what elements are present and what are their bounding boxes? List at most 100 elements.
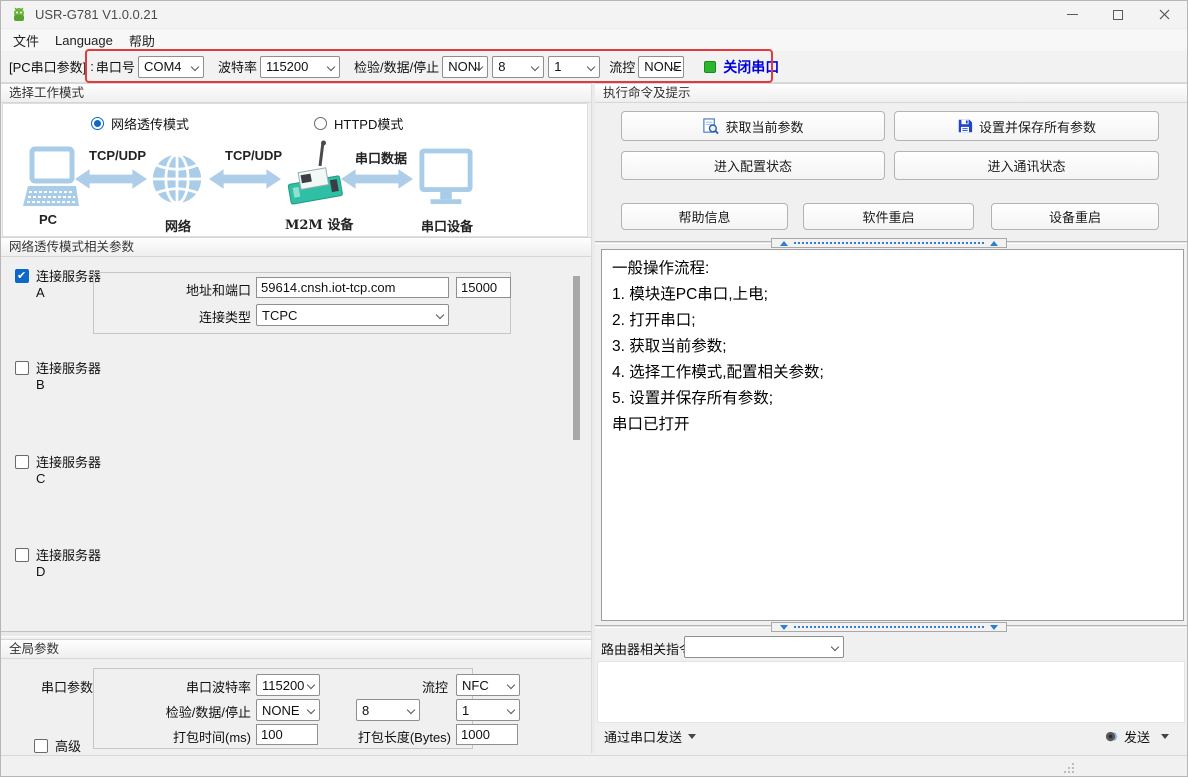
server-port-input[interactable] [456, 277, 511, 298]
close-serial-button[interactable]: 关闭串口 [723, 57, 779, 77]
send-button[interactable]: 发送 [1104, 727, 1169, 746]
resize-grip-icon[interactable] [1063, 762, 1075, 774]
minimize-button[interactable] [1049, 1, 1095, 28]
diagram-serial-device-label: 串口设备 [421, 216, 473, 235]
radio-icon [91, 117, 104, 130]
log-line: 1. 模块连PC串口,上电; [612, 282, 1173, 308]
save-params-button[interactable]: 设置并保存所有参数 [894, 111, 1159, 141]
app-window: USR-G781 V1.0.0.21 文件 Language 帮助 [PC串口参… [0, 0, 1188, 777]
serial-open-status-icon [704, 61, 716, 73]
server-d-checkbox[interactable]: 连接服务器D [15, 548, 101, 580]
radio-transparent-mode[interactable]: 网络透传模式 [91, 114, 189, 133]
conn-type-select[interactable]: TCPC [256, 304, 449, 326]
radio-httpd-mode[interactable]: HTTPD模式 [314, 114, 403, 133]
pack-length-label: 打包长度(Bytes) [331, 727, 451, 746]
chevron-down-icon [831, 643, 839, 651]
diagram-pc-label: PC [39, 212, 57, 227]
save-floppy-icon [957, 118, 973, 134]
flow-control-label: 流控 [609, 57, 635, 76]
com-port-label: 串口号 [96, 57, 135, 76]
parity-select[interactable]: NONI [442, 56, 488, 78]
pack-time-label: 打包时间(ms) [121, 727, 251, 746]
monitor-icon [419, 146, 473, 215]
app-icon [11, 7, 27, 23]
checkbox-icon [34, 739, 48, 753]
left-splitter[interactable] [1, 631, 591, 637]
device-restart-button[interactable]: 设备重启 [991, 203, 1159, 230]
double-arrow-icon [209, 168, 281, 195]
server-b-checkbox[interactable]: 连接服务器B [15, 361, 101, 393]
operation-log-textarea[interactable]: 一般操作流程: 1. 模块连PC串口,上电; 2. 打开串口; 3. 获取当前参… [601, 249, 1184, 621]
send-row: 通过串口发送 发送 [595, 723, 1188, 749]
window-controls [1049, 1, 1187, 28]
log-line: 4. 选择工作模式,配置相关参数; [612, 360, 1173, 386]
diagram-m2m-label: M2M 设备 [285, 214, 353, 233]
splitter-handle[interactable] [771, 622, 1007, 632]
com-port-select[interactable]: COM4 [138, 56, 204, 78]
menu-help[interactable]: 帮助 [121, 29, 163, 52]
chevron-down-icon [191, 62, 199, 70]
caret-down-icon [688, 734, 696, 739]
send-input-area[interactable] [597, 661, 1185, 723]
diagram-network-label: 网络 [165, 216, 191, 235]
pack-length-input[interactable] [456, 724, 518, 745]
chevron-down-icon [531, 62, 539, 70]
menu-language[interactable]: Language [47, 31, 121, 50]
chevron-down-icon [436, 311, 444, 319]
server-address-input[interactable] [256, 277, 449, 298]
software-restart-button[interactable]: 软件重启 [803, 203, 974, 230]
menu-file[interactable]: 文件 [5, 29, 47, 52]
router-command-label: 路由器相关指令 [601, 639, 683, 658]
global-params-header: 全局参数 [1, 639, 591, 659]
chevron-down-icon [507, 706, 515, 714]
left-scrollbar-thumb[interactable] [573, 276, 580, 440]
parity-data-stop-label: 检验/数据/停止 [354, 57, 439, 76]
advanced-checkbox[interactable]: 高级 [34, 739, 81, 755]
get-params-button[interactable]: 获取当前参数 [621, 111, 885, 141]
left-panel: 选择工作模式 网络透传模式 HTTPD模式 [1, 83, 591, 755]
collapse-up-icon [780, 241, 788, 246]
chevron-down-icon [307, 681, 315, 689]
send-via-serial-dropdown[interactable]: 通过串口发送 [604, 727, 696, 746]
global-databits-select[interactable]: 8 [356, 699, 420, 721]
server-c-checkbox[interactable]: 连接服务器C [15, 455, 101, 487]
speaker-icon [1104, 729, 1119, 744]
enter-comm-button[interactable]: 进入通讯状态 [894, 151, 1159, 180]
log-splitter-top[interactable] [595, 237, 1188, 249]
chevron-down-icon [327, 62, 335, 70]
stopbits-select[interactable]: 1 [548, 56, 600, 78]
address-port-label: 地址和端口 [121, 280, 251, 299]
help-info-button[interactable]: 帮助信息 [621, 203, 788, 230]
router-command-select[interactable] [684, 636, 844, 658]
close-button[interactable] [1141, 1, 1187, 28]
flow-select[interactable]: NONE [638, 56, 684, 78]
global-parity-data-stop-label: 检验/数据/停止 [121, 702, 251, 721]
work-mode-box: 网络透传模式 HTTPD模式 PC TCP/UDP [2, 103, 588, 237]
log-splitter-bottom[interactable] [595, 621, 1188, 633]
commands-header: 执行命令及提示 [595, 83, 1188, 103]
chevron-down-icon [587, 62, 595, 70]
global-flow-label: 流控 [391, 677, 448, 696]
splitter-handle[interactable] [771, 238, 1007, 248]
global-parity-select[interactable]: NONE [256, 699, 320, 721]
close-icon [1159, 9, 1170, 20]
enter-config-button[interactable]: 进入配置状态 [621, 151, 885, 180]
global-baud-select[interactable]: 115200 [256, 674, 320, 696]
server-a-checkbox[interactable]: 连接服务器A [15, 269, 101, 301]
radio-icon [314, 117, 327, 130]
databits-select[interactable]: 8 [492, 56, 544, 78]
collapse-down-icon [780, 625, 788, 630]
checkbox-icon [15, 455, 29, 469]
log-line: 3. 获取当前参数; [612, 334, 1173, 360]
pack-time-input[interactable] [256, 724, 318, 745]
double-arrow-icon [341, 168, 413, 195]
double-arrow-icon [75, 168, 147, 195]
maximize-button[interactable] [1095, 1, 1141, 28]
serial-toolbar: [PC串口参数] : 串口号 COM4 波特率 115200 检验/数据/停止 … [1, 51, 1187, 83]
diagram-link3-label: 串口数据 [355, 148, 407, 167]
global-flow-select[interactable]: NFC [456, 674, 520, 696]
baud-select[interactable]: 115200 [260, 56, 340, 78]
maximize-icon [1113, 10, 1123, 20]
log-line: 5. 设置并保存所有参数; [612, 386, 1173, 412]
global-stopbits-select[interactable]: 1 [456, 699, 520, 721]
